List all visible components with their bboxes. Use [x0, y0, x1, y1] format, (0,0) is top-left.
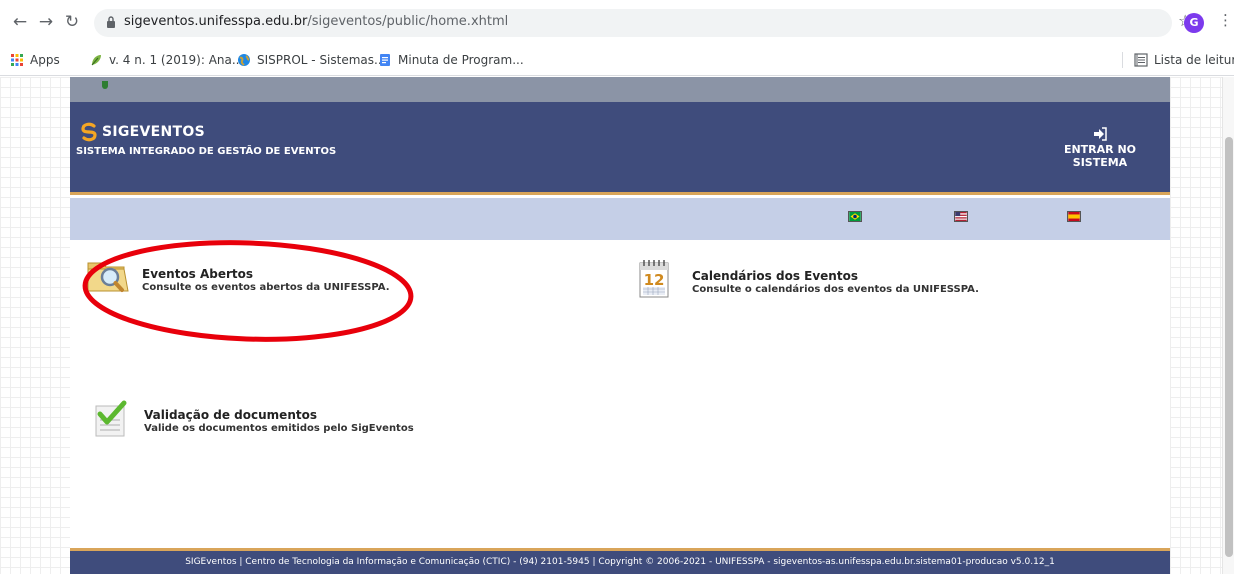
- site-footer: SIGEventos | Centro de Tecnologia da Inf…: [70, 548, 1170, 574]
- sign-in-icon: [1094, 127, 1107, 141]
- url-text: sigeventos.unifesspa.edu.br/sigeventos/p…: [124, 14, 509, 29]
- calendar-day: 12: [644, 271, 665, 289]
- checklist-icon: [95, 400, 127, 437]
- login-label-line2: SISTEMA: [1072, 156, 1128, 169]
- language-bar: [70, 198, 1170, 240]
- apps-grid-icon: [11, 54, 23, 66]
- calendarios-title: Calendários dos Eventos: [692, 269, 858, 283]
- pt-br-flag-icon[interactable]: [848, 211, 862, 222]
- bookmarks-divider: [1122, 52, 1123, 68]
- page-subtitle: SISTEMA INTEGRADO DE GESTÃO DE EVENTOS: [76, 146, 337, 157]
- bookmark-apps[interactable]: Apps: [10, 51, 60, 69]
- back-arrow-icon[interactable]: ←: [10, 12, 30, 32]
- login-button[interactable]: ENTRAR NO SISTEMA: [1055, 127, 1145, 169]
- eventos-abertos-desc: Consulte os eventos abertos da UNIFESSPA…: [142, 282, 390, 293]
- bookmark-sisprol[interactable]: SISPROL - Sistemas...: [237, 51, 385, 69]
- site-header: SIGEVENTOS SISTEMA INTEGRADO DE GESTÃO D…: [70, 102, 1170, 195]
- footer-text: SIGEventos | Centro de Tecnologia da Inf…: [185, 557, 1055, 567]
- docs-icon: [380, 54, 390, 66]
- es-flag-icon[interactable]: [1067, 211, 1081, 222]
- sigeventos-page: SIGEVENTOS SISTEMA INTEGRADO DE GESTÃO D…: [70, 77, 1170, 574]
- validacao-desc: Valide os documentos emitidos pelo SigEv…: [144, 423, 414, 434]
- scrollbar-thumb[interactable]: [1225, 137, 1233, 557]
- browser-toolbar: ← → ↻ sigeventos.unifesspa.edu.br/sigeve…: [0, 0, 1234, 44]
- bookmark-label: Apps: [30, 53, 60, 67]
- validacao-title: Validação de documentos: [144, 408, 317, 422]
- leaf-fragment: [102, 81, 108, 89]
- bookmark-label: Minuta de Program...: [398, 53, 524, 67]
- eventos-abertos-title: Eventos Abertos: [142, 267, 254, 281]
- forward-arrow-icon[interactable]: →: [36, 12, 56, 32]
- leaf-icon: [91, 55, 101, 66]
- menu-calendarios[interactable]: 12 Calendários dos Eventos Consulte o ca…: [636, 257, 979, 299]
- reading-list-icon: [1134, 53, 1148, 67]
- folder-search-icon: [87, 262, 129, 292]
- menu-eventos-abertos[interactable]: Eventos Abertos Consulte os eventos aber…: [86, 255, 390, 297]
- menu-validacao[interactable]: Validação de documentos Valide os docume…: [94, 400, 414, 438]
- brand-name: SIGEVENTOS: [102, 124, 205, 140]
- top-strip: [70, 77, 1170, 102]
- bookmarks-bar: Apps v. 4 n. 1 (2019): Ana... SISPROL - …: [0, 44, 1234, 76]
- kebab-menu-icon[interactable]: ⋮: [1218, 11, 1233, 29]
- logo[interactable]: SIGEVENTOS: [79, 122, 205, 142]
- bookmark-label: v. 4 n. 1 (2019): Ana...: [109, 53, 244, 67]
- calendarios-desc: Consulte o calendários dos eventos da UN…: [692, 284, 979, 295]
- sigeventos-logo-icon: [81, 122, 97, 142]
- globe-icon: [238, 54, 250, 66]
- login-label-line1: ENTRAR NO: [1063, 143, 1137, 156]
- bookmark-label: SISPROL - Sistemas...: [257, 53, 386, 67]
- calendar-icon: 12: [639, 260, 669, 298]
- reading-list-label: Lista de leitura: [1154, 53, 1234, 67]
- profile-avatar[interactable]: G: [1184, 13, 1204, 33]
- reading-list[interactable]: Lista de leitura: [1134, 51, 1234, 69]
- bookmark-minuta[interactable]: Minuta de Program...: [378, 51, 524, 69]
- bookmark-revista[interactable]: v. 4 n. 1 (2019): Ana...: [89, 51, 243, 69]
- page-scrollbar[interactable]: [1222, 77, 1234, 574]
- reload-icon[interactable]: ↻: [62, 12, 82, 32]
- lock-icon[interactable]: [106, 15, 116, 29]
- en-us-flag-icon[interactable]: [954, 211, 968, 222]
- address-bar[interactable]: sigeventos.unifesspa.edu.br/sigeventos/p…: [94, 9, 1172, 37]
